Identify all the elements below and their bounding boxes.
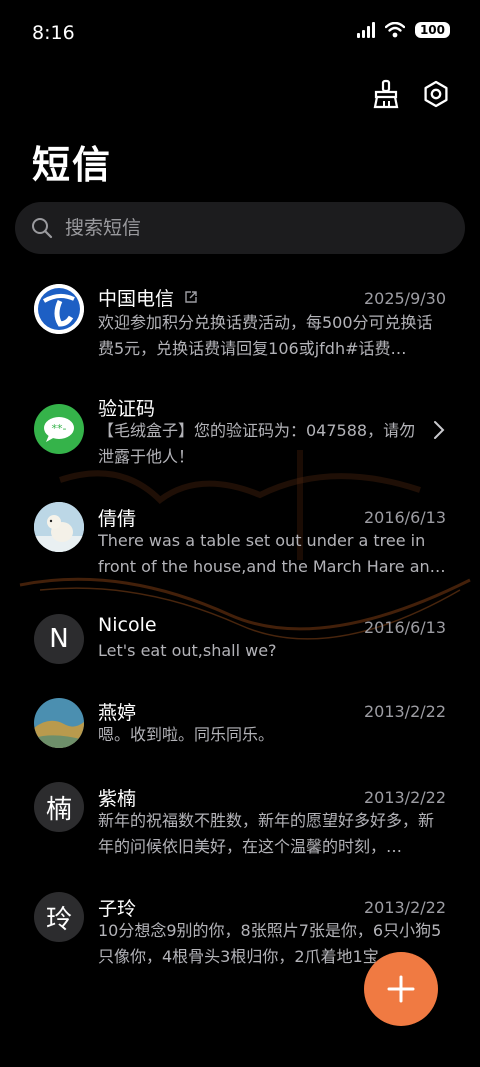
message-preview: 【毛绒盒子】您的验证码为：047588，请勿泄露于他人！ (98, 421, 416, 466)
contact-name: Nicole (98, 614, 157, 636)
list-item[interactable]: **- 验证码 【毛绒盒子】您的验证码为：047588，请勿泄露于他人！ (0, 392, 480, 482)
battery-icon: 100 (414, 22, 450, 38)
external-link-icon (185, 291, 197, 303)
contact-name: 中国电信 (98, 288, 175, 310)
signal-icon (356, 22, 375, 38)
avatar: N (34, 614, 84, 664)
polar-bear-photo-icon (34, 502, 84, 552)
contact-name: 燕婷 (98, 702, 137, 724)
search-bar[interactable] (15, 202, 465, 254)
message-date: 2016/6/13 (363, 618, 446, 637)
avatar: 玲 (34, 892, 84, 942)
contact-name: 紫楠 (98, 788, 137, 810)
settings-button[interactable] (420, 78, 452, 110)
message-preview: 嗯。收到啦。同乐同乐。 (98, 725, 275, 744)
message-date: 2013/2/22 (363, 898, 446, 917)
message-bubble-icon: **- (34, 404, 84, 454)
brush-icon (373, 79, 399, 109)
search-input[interactable] (63, 216, 447, 240)
landscape-photo-icon (34, 698, 84, 748)
clean-brush-button[interactable] (370, 78, 402, 110)
message-preview: Let's eat out,shall we? (98, 641, 277, 660)
top-actions (370, 78, 452, 110)
contact-name: 倩倩 (98, 508, 137, 530)
new-message-button[interactable] (364, 952, 438, 1026)
list-item[interactable]: N Nicole 2016/6/13 Let's eat out,shall w… (0, 612, 480, 672)
page-title: 短信 (32, 143, 113, 187)
message-date: 2013/2/22 (363, 702, 446, 721)
message-date: 2025/9/30 (363, 289, 446, 308)
message-preview: 欢迎参加积分兑换话费活动，每500分可兑换话费5元，兑换话费请回复106或jfd… (98, 313, 433, 358)
plus-icon (387, 975, 415, 1003)
svg-text:**-: **- (52, 422, 67, 435)
gear-icon (424, 80, 448, 108)
status-icons: 100 (356, 22, 450, 38)
message-date: 2013/2/22 (363, 788, 446, 807)
status-bar: 8:16 100 (0, 0, 480, 68)
list-item[interactable]: 楠 紫楠 2013/2/22 新年的祝福数不胜数，新年的愿望好多好多，新年的问候… (0, 782, 480, 862)
search-icon (32, 218, 53, 239)
message-preview: There was a table set out under a tree i… (98, 531, 446, 576)
chevron-right-icon[interactable] (432, 420, 446, 440)
avatar: 楠 (34, 782, 84, 832)
list-item[interactable]: 中国电信 2025/9/30 欢迎参加积分兑换话费活动，每500分可兑换话费5元… (0, 278, 480, 378)
contact-name: 验证码 (98, 398, 156, 420)
message-preview: 新年的祝福数不胜数，新年的愿望好多好多，新年的问候依旧美好，在这个温馨的时刻，… (98, 811, 435, 856)
status-time: 8:16 (32, 22, 75, 44)
list-item[interactable]: 倩倩 2016/6/13 There was a table set out u… (0, 502, 480, 592)
message-date: 2016/6/13 (363, 508, 446, 527)
list-item[interactable]: 燕婷 2013/2/22 嗯。收到啦。同乐同乐。 (0, 696, 480, 756)
wifi-icon (384, 22, 405, 38)
china-telecom-logo-icon (34, 284, 84, 334)
contact-name: 子玲 (98, 898, 137, 920)
